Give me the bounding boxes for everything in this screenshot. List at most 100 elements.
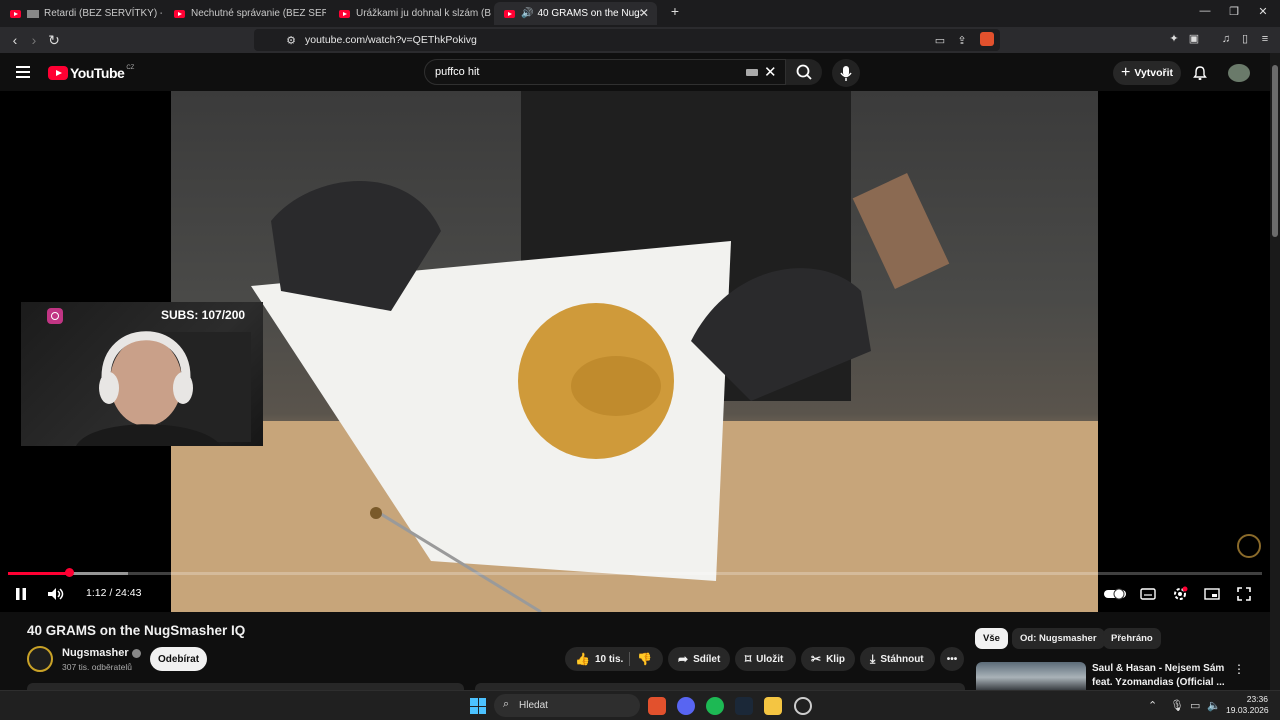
cast-icon[interactable]: ▭ — [933, 34, 947, 48]
chip-watched[interactable]: Přehráno — [1103, 628, 1161, 649]
bookmark-save-icon: ⌑ — [745, 652, 752, 666]
pause-icon — [16, 588, 26, 600]
windows-start-icon[interactable] — [470, 698, 486, 714]
subscriber-count: 307 tis. odběratelů — [62, 662, 132, 672]
search-input[interactable]: puffco hit ✕ — [424, 59, 786, 85]
like-count[interactable]: 10 tis. — [595, 654, 623, 665]
restore-icon[interactable]: ❐ — [1219, 5, 1249, 18]
download-button[interactable]: ⤓ Stáhnout — [860, 647, 935, 671]
youtube-logo[interactable]: YouTube CZ — [48, 65, 134, 81]
settings-button[interactable] — [1171, 585, 1189, 603]
share-page-icon[interactable]: ⇪ — [955, 34, 969, 48]
subscribe-button[interactable]: Odebírat — [150, 647, 207, 671]
steam-icon[interactable] — [735, 697, 753, 715]
recommended-more-icon[interactable]: ⋮ — [1233, 662, 1245, 676]
fullscreen-icon — [1237, 587, 1251, 601]
autoplay-toggle[interactable] — [1103, 585, 1127, 603]
recommended-title[interactable]: Saul & Hasan - Nejsem Sám — [1092, 663, 1224, 674]
reload-icon[interactable]: ↻ — [45, 31, 63, 49]
new-tab-button[interactable]: + — [660, 3, 690, 19]
tray-chevron-icon[interactable]: ⌃ — [1148, 699, 1157, 712]
discord-icon[interactable] — [677, 697, 695, 715]
clip-button[interactable]: ✂ Klip — [801, 647, 855, 671]
tab-urazkami[interactable]: Urážkami ju dohnal k slzám (BEZ SER — [329, 2, 491, 25]
video-frame[interactable] — [171, 91, 1098, 612]
keyboard-icon[interactable] — [746, 69, 758, 76]
minimize-icon[interactable]: — — [1190, 5, 1220, 17]
channel-watermark[interactable] — [1237, 534, 1261, 558]
notifications-bell-icon[interactable] — [1192, 65, 1208, 81]
brave-browser-icon[interactable] — [648, 697, 666, 715]
chip-all[interactable]: Vše — [975, 628, 1008, 649]
screenshot-icon[interactable]: ▣ — [1187, 32, 1201, 46]
country-code: CZ — [126, 65, 135, 71]
save-button[interactable]: ⌑ Uložit — [735, 647, 796, 671]
voice-search-button[interactable] — [832, 59, 860, 87]
clock-time: 23:36 — [1246, 694, 1268, 704]
hamburger-menu-icon[interactable] — [16, 66, 30, 78]
account-avatar[interactable] — [1228, 64, 1250, 82]
microphone-tray-icon[interactable]: 🎙 — [1170, 699, 1184, 712]
taskbar-clock[interactable]: 23:36 19.03.2026 — [1226, 694, 1269, 716]
taskbar-search[interactable]: ⌕ Hledat — [494, 694, 640, 717]
more-actions-button[interactable]: ••• — [940, 647, 964, 671]
tab-retardi[interactable]: Retardi (BEZ SERVÍTKY) - YouTube — [0, 2, 162, 25]
site-settings-icon[interactable]: ⚙ — [284, 34, 298, 48]
captions-button[interactable] — [1139, 585, 1157, 603]
address-bar-row: ‹ › ↻ 🔖 ⚙ youtube.com/watch?v=QEThkPokiv… — [0, 27, 1280, 53]
progress-bar[interactable] — [8, 568, 1262, 577]
clear-search-icon[interactable]: ✕ — [764, 63, 777, 81]
tab-active-40-grams[interactable]: 🔊 40 GRAMS on the NugSmash ✕ — [494, 2, 657, 25]
tab-label: 40 GRAMS on the NugSmash — [537, 8, 641, 19]
search-icon: ⌕ — [503, 698, 510, 710]
back-icon[interactable]: ‹ — [6, 31, 24, 49]
extensions-icon[interactable]: ✦ — [1167, 32, 1181, 46]
time-display: 1:12 / 24:43 — [86, 587, 142, 599]
close-window-icon[interactable]: ✕ — [1248, 5, 1278, 18]
thumbs-down-icon[interactable]: 👎 — [637, 652, 652, 666]
brave-shield-icon[interactable] — [980, 32, 994, 46]
forward-icon[interactable]: › — [25, 31, 43, 49]
file-explorer-icon[interactable] — [764, 697, 782, 715]
download-label: Stáhnout — [880, 653, 924, 665]
volume-button[interactable] — [46, 585, 66, 603]
search-button[interactable] — [786, 59, 822, 85]
share-icon: ➦ — [678, 652, 689, 666]
share-button[interactable]: ➦ Sdílet — [668, 647, 730, 671]
create-button[interactable]: + Vytvořit — [1113, 61, 1181, 85]
instagram-icon — [47, 308, 63, 324]
volume-tray-icon[interactable]: 🔈 — [1207, 699, 1221, 712]
channel-name[interactable]: Nugsmasher — [62, 647, 141, 659]
like-divider — [629, 652, 630, 666]
scrollbar-thumb[interactable] — [1272, 65, 1278, 237]
url-field[interactable]: ⚙ youtube.com/watch?v=QEThkPokivg ▭ ⇪ — [254, 29, 1000, 51]
pause-button[interactable] — [12, 585, 30, 603]
description-box[interactable] — [27, 683, 464, 690]
fullscreen-button[interactable] — [1235, 585, 1253, 603]
menu-icon[interactable]: ≡ — [1258, 32, 1272, 46]
close-tab-icon[interactable]: ✕ — [639, 6, 649, 20]
tab-nechutne[interactable]: Nechutné správanie (BEZ SERVÍTKY) — [164, 2, 326, 25]
video-player[interactable]: SUBS: 107/200 1:12 / 24:43 — [0, 91, 1270, 612]
network-icon[interactable]: ▭ — [1190, 699, 1200, 712]
video-title: 40 GRAMS on the NugSmasher IQ — [27, 623, 246, 638]
recommended-thumbnail[interactable] — [976, 662, 1086, 690]
scrubber-handle[interactable] — [64, 568, 74, 577]
thumbs-up-icon[interactable]: 👍 — [575, 652, 590, 666]
page-scrollbar[interactable] — [1270, 53, 1280, 690]
miniplayer-button[interactable] — [1203, 585, 1221, 603]
media-icon[interactable]: ♫ — [1219, 32, 1233, 46]
youtube-header: YouTube CZ puffco hit ✕ + Vytvořit — [0, 53, 1270, 91]
comments-box[interactable] — [475, 683, 965, 690]
recommended-title-line2[interactable]: feat. Yzomandias (Official ... — [1092, 677, 1225, 688]
tab-label: Urážkami ju dohnal k slzám (BEZ SER — [356, 8, 491, 19]
taskbar-search-placeholder: Hledat — [519, 700, 548, 711]
app-icon[interactable] — [794, 697, 812, 715]
chip-from-channel[interactable]: Od: Nugsmasher — [1012, 628, 1105, 649]
spotify-icon[interactable] — [706, 697, 724, 715]
channel-avatar[interactable] — [27, 646, 53, 672]
miniplayer-icon — [1204, 588, 1220, 600]
clock-date: 19.03.2026 — [1226, 705, 1269, 715]
playlist-icon — [27, 9, 39, 18]
sidebar-toggle-icon[interactable]: ▯ — [1238, 32, 1252, 46]
